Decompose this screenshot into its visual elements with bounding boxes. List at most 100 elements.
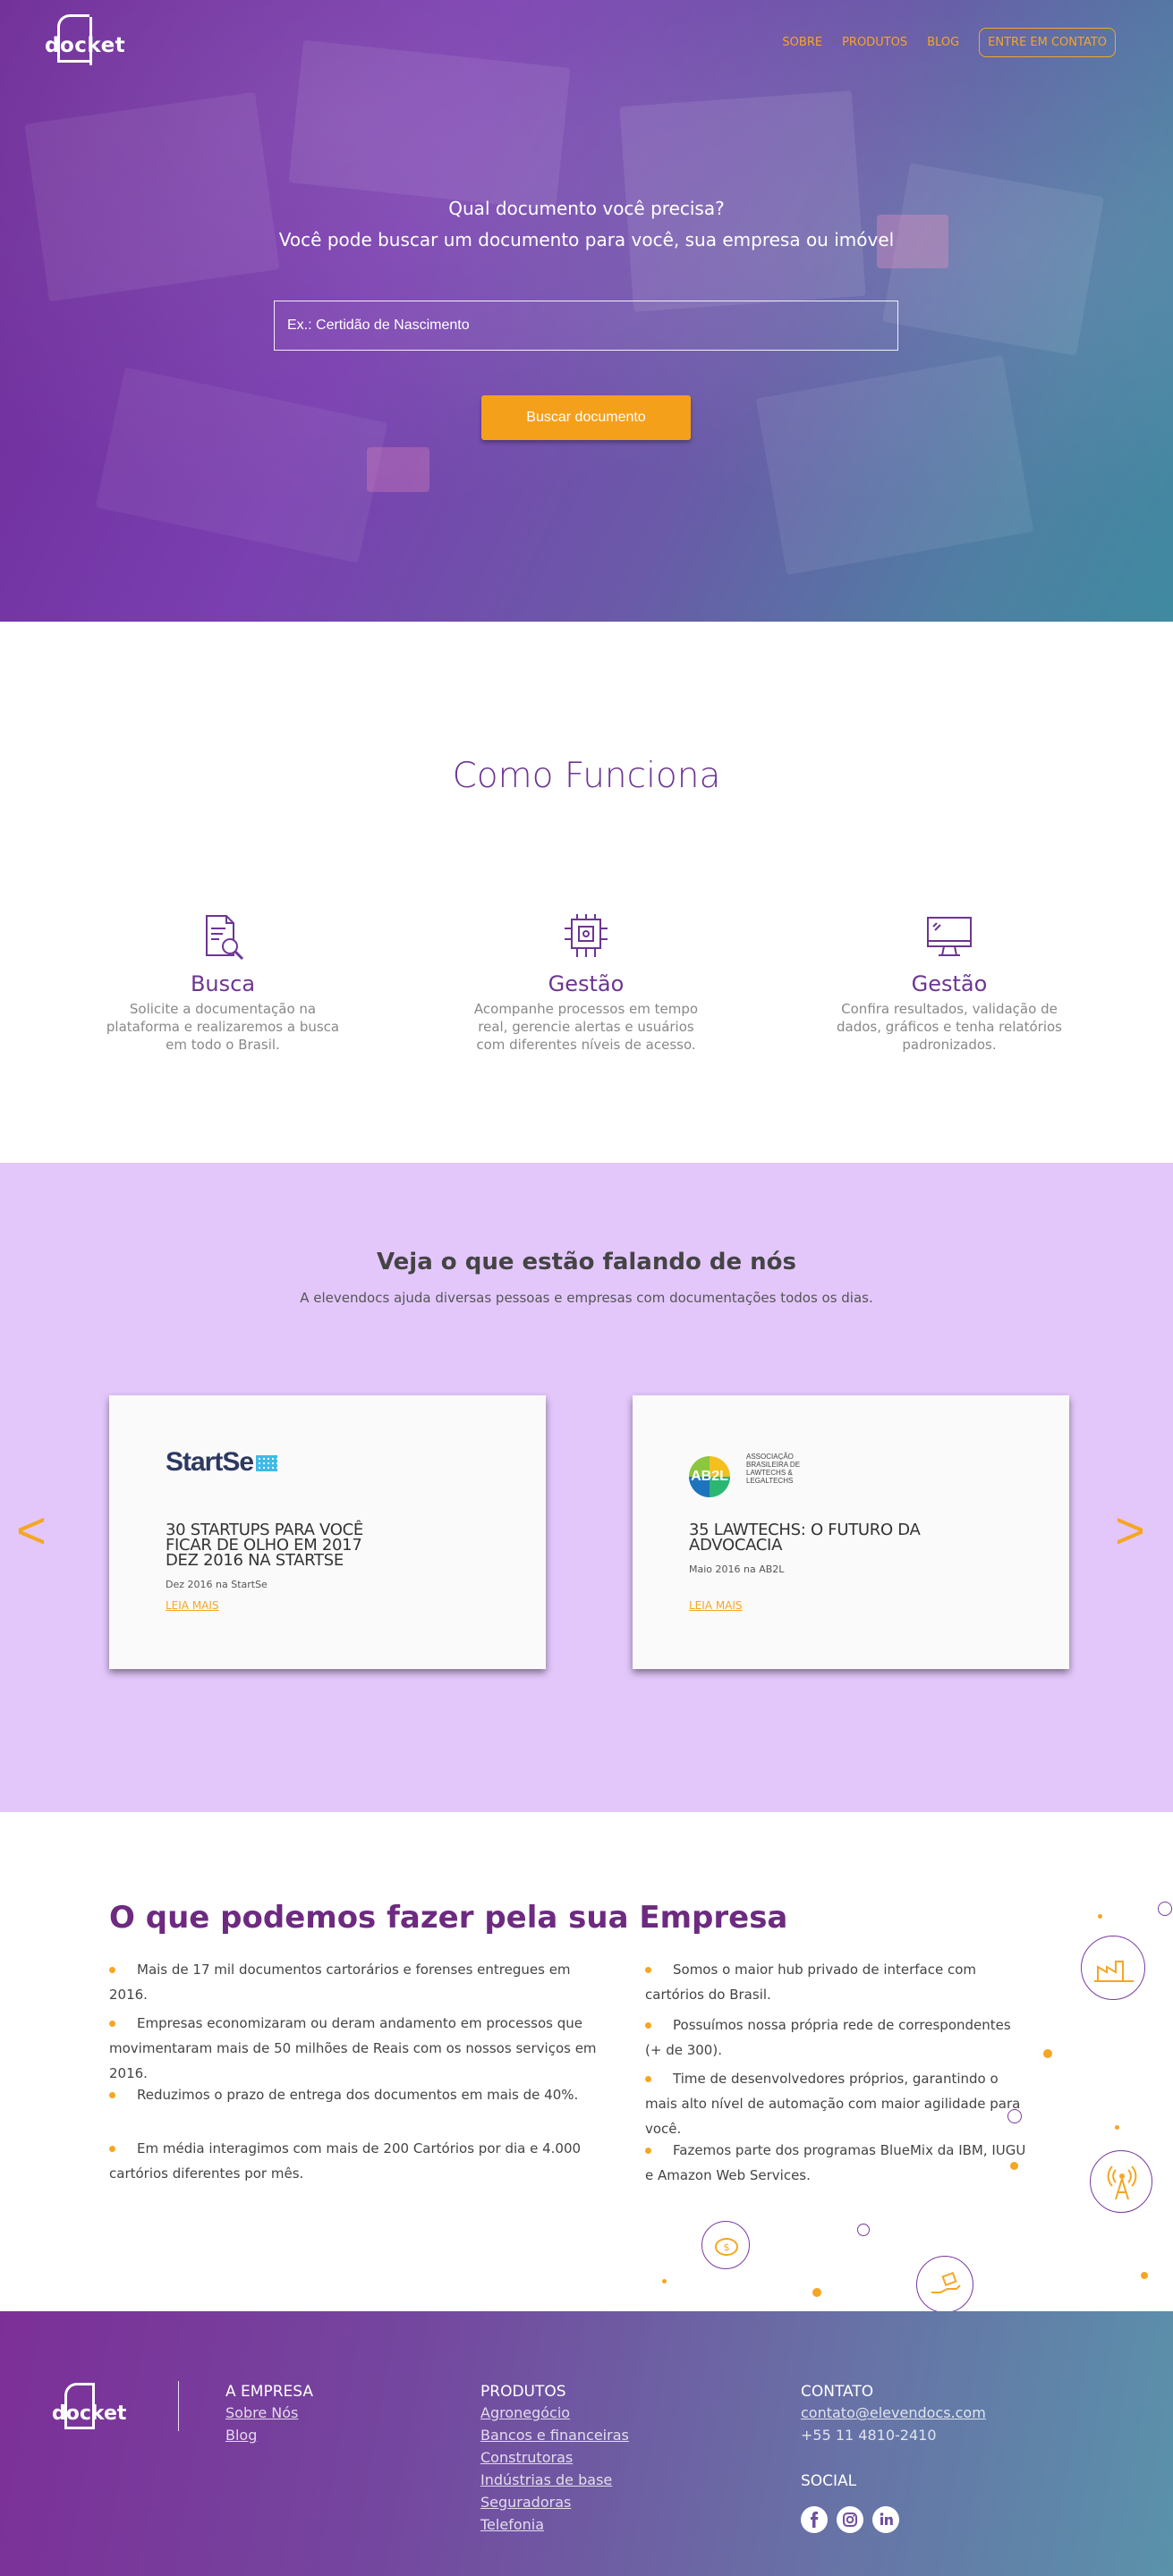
feature-description: Confira resultados, validação de dados, … xyxy=(837,1001,1062,1053)
footer: docket A EMPRESA Sobre Nós Blog PRODUTOS… xyxy=(0,2311,1173,2576)
list-item-text: Somos o maior hub privado de interface c… xyxy=(645,1962,977,2003)
logo[interactable]: docket xyxy=(45,14,125,65)
monitor-icon xyxy=(927,917,972,956)
bullet-dot xyxy=(645,1967,651,1973)
footer-link-telefonia[interactable]: Telefonia xyxy=(480,2516,544,2533)
nav-link-sobre[interactable]: SOBRE xyxy=(782,36,822,49)
press-card-title: 30 STARTUPS PARA VOCÊ FICAR DE OLHO EM 2… xyxy=(166,1521,363,1570)
document-search-icon xyxy=(206,915,244,961)
carousel-next-button[interactable]: > xyxy=(1115,1505,1145,1557)
list-item: Empresas economizaram ou deram andamento… xyxy=(109,2011,601,2086)
decorative-circle xyxy=(1158,1902,1172,1916)
decorative-dot xyxy=(1098,1914,1102,1919)
decorative-dot xyxy=(812,2288,821,2297)
list-item-text: Mais de 17 mil documentos cartorários e … xyxy=(109,1962,571,2003)
footer-heading-empresa: A EMPRESA xyxy=(225,2383,313,2401)
press-card-date: Dez 2016 na StartSe xyxy=(166,1579,268,1590)
list-item-text: Reduzimos o prazo de entrega dos documen… xyxy=(137,2087,579,2103)
list-item-text: Fazemos parte dos programas BlueMix da I… xyxy=(645,2142,1026,2183)
decorative-circle xyxy=(857,2224,870,2236)
footer-link-sobre[interactable]: Sobre Nós xyxy=(225,2404,298,2421)
press-card-title: 35 LAWTECHS: O FUTURO DA ADVOCACIA xyxy=(689,1521,921,1555)
bullet-dot xyxy=(645,2022,651,2029)
footer-email-link[interactable]: contato@elevendocs.com xyxy=(801,2404,986,2421)
nav-link-produtos[interactable]: PRODUTOS xyxy=(842,36,907,49)
contact-button[interactable]: ENTRE EM CONTATO xyxy=(979,28,1116,57)
press-card-date: Maio 2016 na AB2L xyxy=(689,1563,785,1575)
factory-icon xyxy=(1081,1936,1145,2000)
feature-gestao-processos: Gestão Acompanhe processos em tempo real… xyxy=(465,912,707,1054)
list-item: Fazemos parte dos programas BlueMix da I… xyxy=(645,2138,1030,2188)
footer-logo[interactable]: docket xyxy=(52,2383,127,2431)
decorative-dot xyxy=(1010,2162,1018,2170)
footer-divider xyxy=(178,2381,179,2431)
read-more-link[interactable]: LEIA MAIS xyxy=(689,1599,743,1612)
list-item: Em média interagimos com mais de 200 Car… xyxy=(109,2136,592,2186)
feature-description: Solicite a documentação na plataforma e … xyxy=(106,1001,340,1053)
bullet-dot xyxy=(109,1967,115,1973)
feature-description: Acompanhe processos em tempo real, geren… xyxy=(473,1001,699,1053)
linkedin-icon[interactable] xyxy=(872,2506,899,2533)
footer-link-agronegocio[interactable]: Agronegócio xyxy=(480,2404,570,2421)
logo-text: docket xyxy=(45,34,126,57)
list-item-text: Possuímos nossa própria rede de correspo… xyxy=(645,2017,1011,2058)
read-more-link[interactable]: LEIA MAIS xyxy=(166,1599,219,1612)
search-document-button[interactable]: Buscar documento xyxy=(481,395,691,440)
list-item-text: Em média interagimos com mais de 200 Car… xyxy=(109,2140,582,2182)
hand-money-icon xyxy=(916,2256,973,2313)
carousel-prev-button[interactable]: < xyxy=(16,1505,47,1557)
hero-subtitle: Você pode buscar um documento para você,… xyxy=(278,229,895,250)
processor-chip-icon xyxy=(565,914,608,957)
press-card[interactable]: StartSe 30 STARTUPS PARA VOCÊ FICAR DE O… xyxy=(109,1395,546,1669)
feature-title: Gestão xyxy=(548,971,625,996)
hero-question: Qual documento você precisa? xyxy=(448,198,725,219)
hero-section: docket SOBRE PRODUTOS BLOG ENTRE EM CONT… xyxy=(0,0,1173,622)
footer-link-bancos[interactable]: Bancos e financeiras xyxy=(480,2427,629,2444)
bullet-dot xyxy=(645,2076,651,2082)
decorative-dot xyxy=(1115,2125,1119,2130)
list-item: Somos o maior hub privado de interface c… xyxy=(645,1957,1030,2007)
feature-busca: Busca Solicite a documentação na platafo… xyxy=(102,912,344,1054)
press-subtitle: A elevendocs ajuda diversas pessoas e em… xyxy=(300,1290,873,1306)
feature-title: Busca xyxy=(190,971,256,996)
bullet-dot xyxy=(109,2146,115,2152)
list-item: Time de desenvolvedores próprios, garant… xyxy=(645,2066,1030,2141)
startse-dots-icon xyxy=(256,1455,278,1472)
list-item: Possuímos nossa própria rede de correspo… xyxy=(645,2012,1030,2063)
antenna-icon xyxy=(1090,2150,1152,2213)
footer-link-construtoras[interactable]: Construtoras xyxy=(480,2449,573,2466)
company-section-title: O que podemos fazer pela sua Empresa xyxy=(109,1900,788,1936)
list-item-text: Empresas economizaram ou deram andamento… xyxy=(109,2015,597,2081)
bullet-dot xyxy=(109,2092,115,2098)
top-nav: SOBRE PRODUTOS BLOG ENTRE EM CONTATO xyxy=(782,28,1116,57)
footer-link-industrias[interactable]: Indústrias de base xyxy=(480,2471,612,2488)
logo-text: docket xyxy=(52,2402,127,2425)
nav-link-blog[interactable]: BLOG xyxy=(927,36,959,49)
list-item: Reduzimos o prazo de entrega dos documen… xyxy=(109,2082,592,2107)
document-search-input[interactable] xyxy=(274,301,898,351)
press-card[interactable]: AB2L ASSOCIAÇÃO BRASILEIRA DE LAWTECHS &… xyxy=(633,1395,1069,1669)
bullet-dot xyxy=(109,2021,115,2027)
ab2l-logo: AB2L ASSOCIAÇÃO BRASILEIRA DE LAWTECHS &… xyxy=(689,1453,832,1497)
startse-logo-text: StartSe xyxy=(166,1447,254,1477)
startse-logo: StartSe xyxy=(166,1447,278,1478)
footer-heading-produtos: PRODUTOS xyxy=(480,2383,566,2401)
facebook-icon[interactable] xyxy=(801,2506,828,2533)
decorative-dot xyxy=(662,2279,667,2284)
decorative-circle xyxy=(1007,2109,1022,2123)
decorative-dot xyxy=(1043,2049,1052,2058)
list-item-text: Time de desenvolvedores próprios, garant… xyxy=(645,2071,1021,2137)
instagram-icon[interactable] xyxy=(837,2506,863,2533)
ab2l-logo-caption: ASSOCIAÇÃO BRASILEIRA DE LAWTECHS & LEGA… xyxy=(746,1453,801,1485)
feature-title: Gestão xyxy=(911,971,988,996)
bullet-dot xyxy=(645,2148,651,2154)
footer-heading-social: SOCIAL xyxy=(801,2472,857,2490)
footer-link-blog[interactable]: Blog xyxy=(225,2427,257,2444)
svg-text:$: $ xyxy=(724,2241,730,2253)
footer-heading-contato: CONTATO xyxy=(801,2383,874,2401)
press-title: Veja o que estão falando de nós xyxy=(376,1249,797,1275)
footer-link-seguradoras[interactable]: Seguradoras xyxy=(480,2494,571,2511)
ab2l-badge: AB2L xyxy=(689,1456,730,1497)
piggy-bank-icon: $ xyxy=(701,2221,750,2269)
footer-phone: +55 11 4810-2410 xyxy=(801,2427,937,2444)
